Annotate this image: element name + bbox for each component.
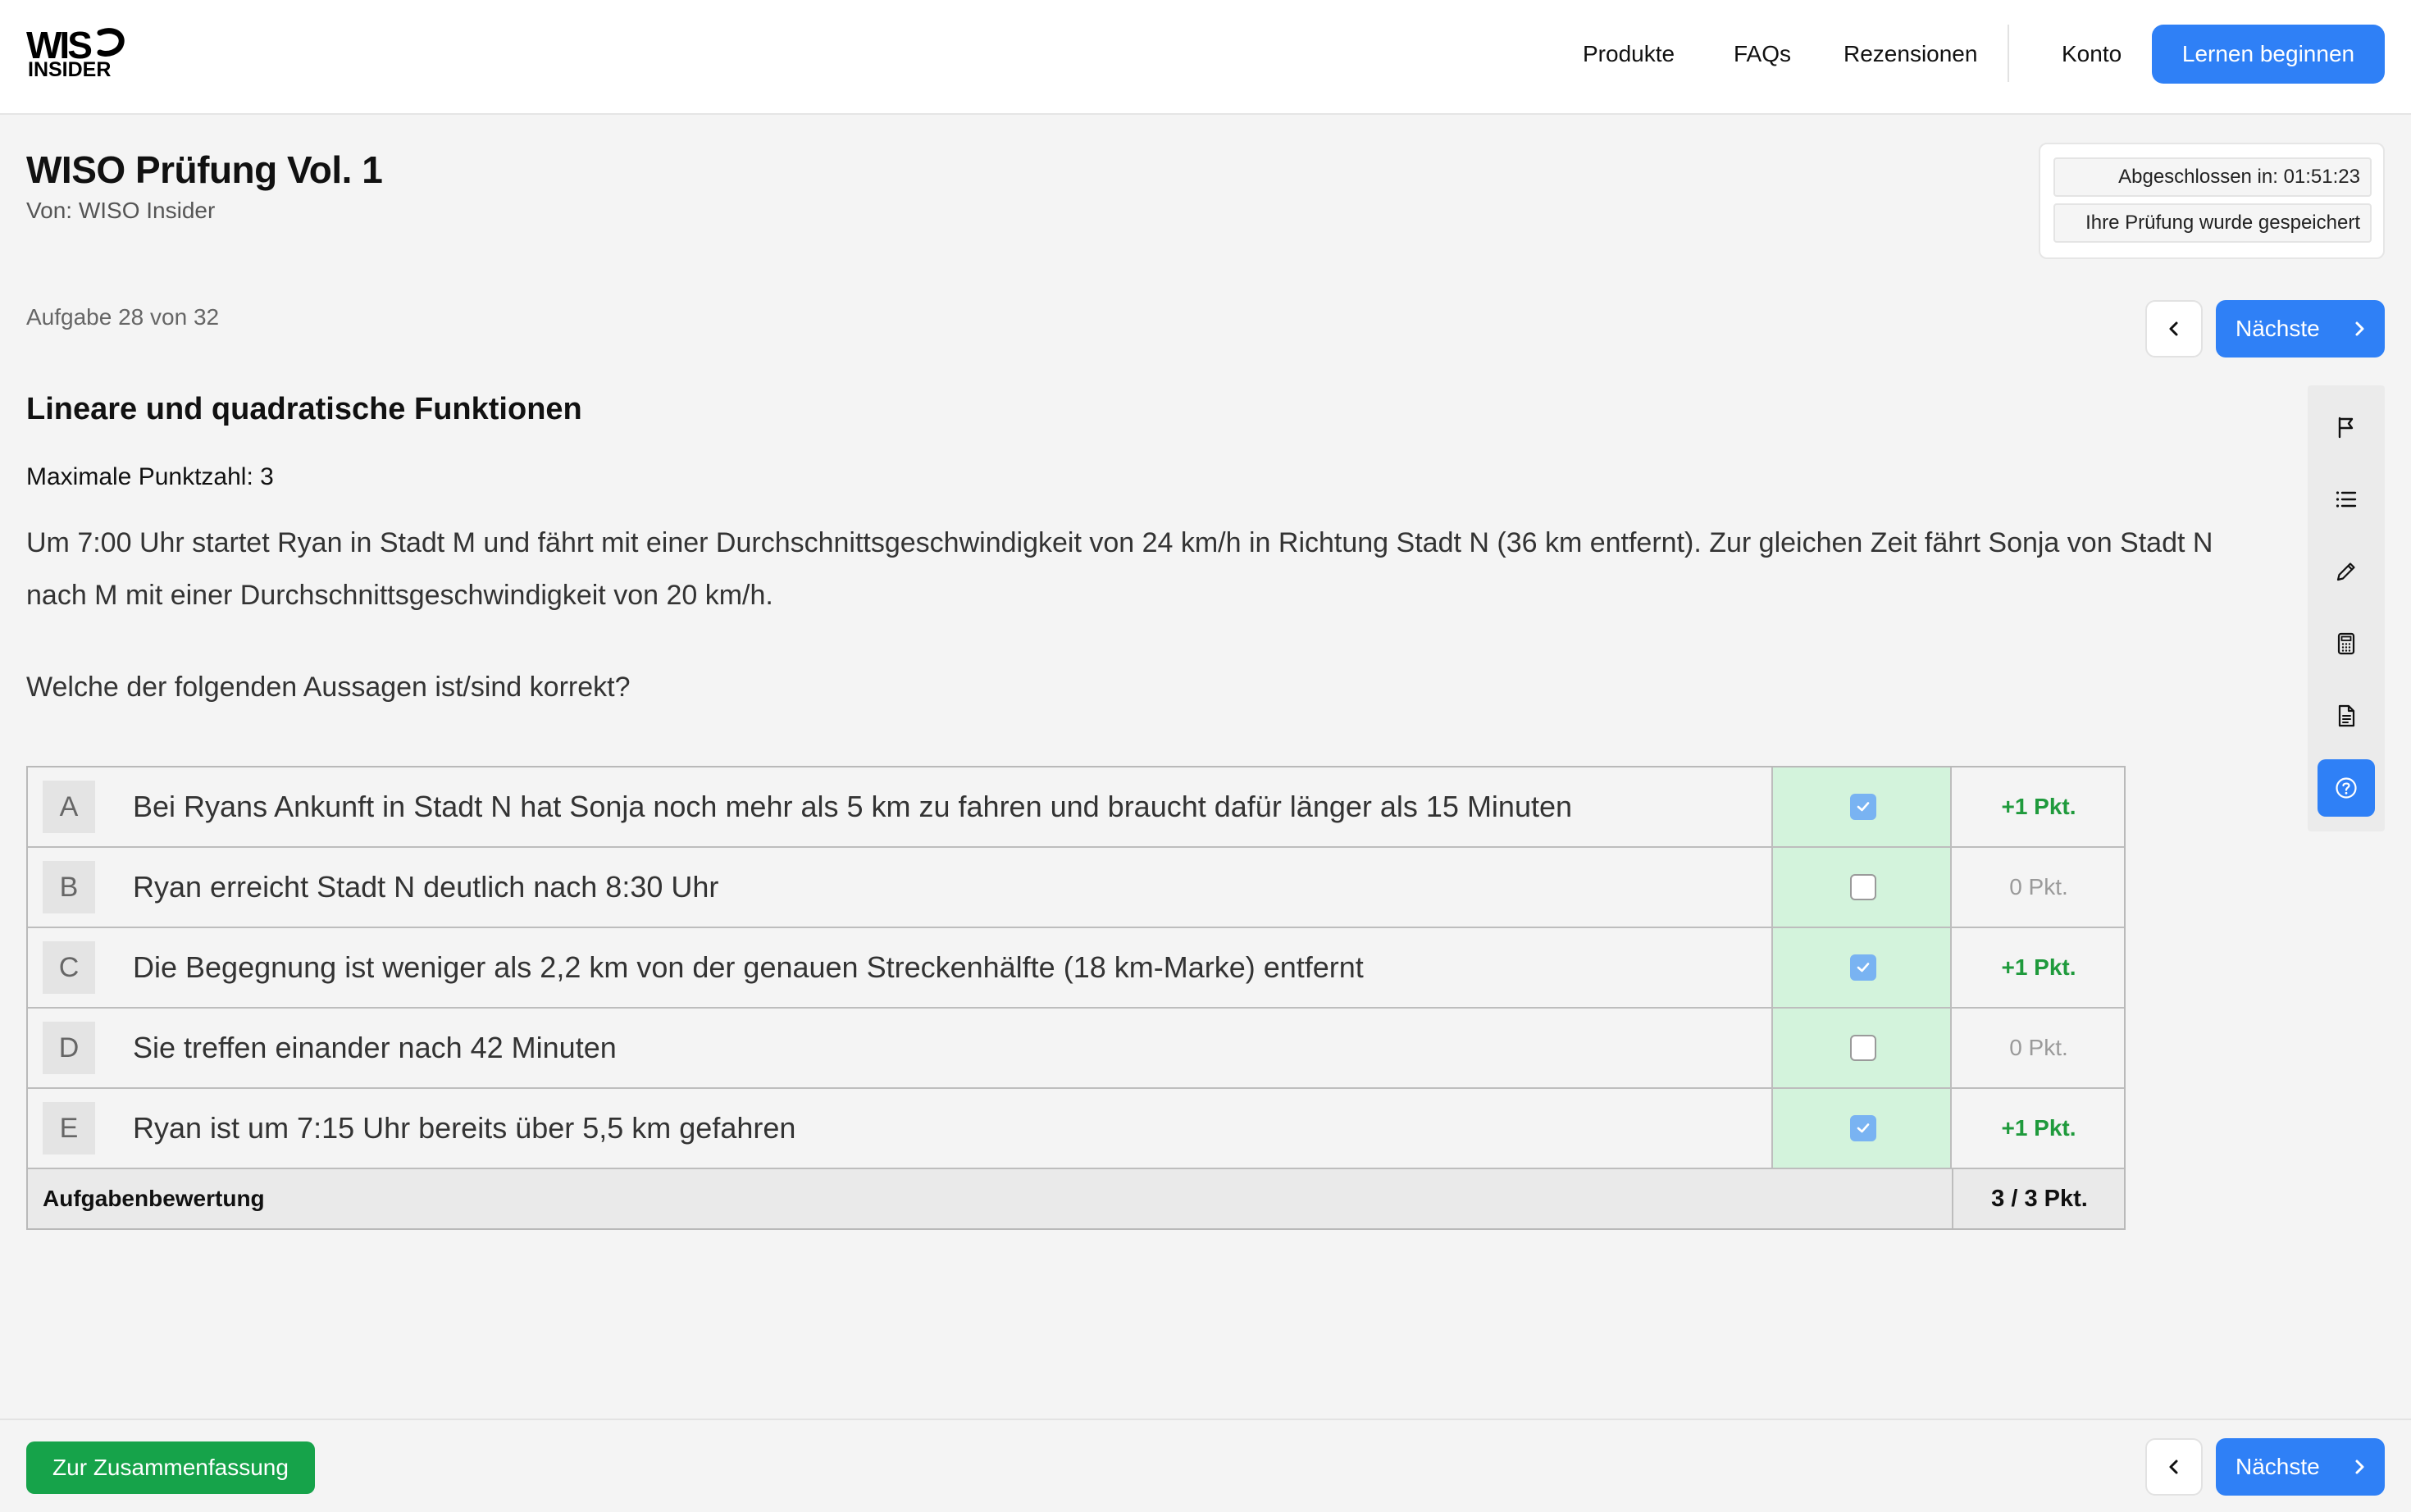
document-tool-button[interactable] <box>2318 687 2375 745</box>
page-title: WISO Prüfung Vol. 1 <box>26 148 383 191</box>
previous-question-button[interactable] <box>2145 1438 2203 1496</box>
nav-link-faqs[interactable]: FAQs <box>1734 38 1791 71</box>
chevron-left-icon <box>2169 1460 2178 1474</box>
list-icon <box>2336 491 2357 508</box>
answer-checkbox[interactable] <box>1850 1035 1876 1061</box>
checkmark-icon <box>1857 802 1870 812</box>
answer-points: 0 Pkt. <box>2009 1035 2068 1060</box>
nav-link-rezensionen[interactable]: Rezensionen <box>1844 38 1977 71</box>
flag-tool-button[interactable] <box>2318 398 2375 456</box>
calculator-tool-button[interactable] <box>2318 615 2375 672</box>
answer-letter: C <box>43 941 95 994</box>
answer-row-d[interactable]: D Sie treffen einander nach 42 Minuten 0… <box>28 1009 2124 1089</box>
answer-table: A Bei Ryans Ankunft in Stadt N hat Sonja… <box>26 766 2126 1230</box>
exam-author: Von: WISO Insider <box>26 198 216 223</box>
next-question-button[interactable]: Nächste <box>2216 1438 2385 1496</box>
evaluation-score: 3 / 3 Pkt. <box>1952 1169 2126 1228</box>
max-points: Maximale Punktzahl: 3 <box>26 463 274 490</box>
document-icon <box>2338 704 2355 727</box>
saved-status: Ihre Prüfung wurde gespeichert <box>2053 203 2372 243</box>
answer-points: +1 Pkt. <box>2001 1115 2076 1141</box>
answer-letter: B <box>43 861 95 913</box>
answer-points: 0 Pkt. <box>2009 874 2068 899</box>
answer-row-e[interactable]: E Ryan ist um 7:15 Uhr bereits über 5,5 … <box>28 1089 2124 1169</box>
answer-letter: E <box>43 1102 95 1154</box>
answer-check-cell <box>1771 928 1952 1007</box>
answer-row-c[interactable]: C Die Begegnung ist weniger als 2,2 km v… <box>28 928 2124 1009</box>
answer-text: Sie treffen einander nach 42 Minuten <box>133 1031 617 1064</box>
next-button-label: Nächste <box>2236 316 2320 341</box>
next-button-label: Nächste <box>2236 1454 2320 1479</box>
nav-link-produkte[interactable]: Produkte <box>1583 38 1675 71</box>
answer-letter: D <box>43 1022 95 1074</box>
notes-tool-button[interactable] <box>2318 543 2375 600</box>
page: WIS INSIDER Produkte FAQs Rezensionen Ko… <box>0 0 2411 1512</box>
pencil-icon <box>2336 562 2355 581</box>
chevron-right-icon <box>2355 1460 2364 1474</box>
flag-icon <box>2338 417 2354 439</box>
nav-link-konto[interactable]: Konto <box>2062 38 2122 71</box>
answer-check-cell <box>1771 1089 1952 1168</box>
answer-text: Die Begegnung ist weniger als 2,2 km von… <box>133 950 1364 984</box>
answer-check-cell <box>1771 767 1952 846</box>
answer-check-cell <box>1771 848 1952 927</box>
checkmark-icon <box>1857 1123 1870 1133</box>
exam-status-card: Abgeschlossen in: 01:51:23 Ihre Prüfung … <box>2039 143 2385 259</box>
completion-time-status: Abgeschlossen in: 01:51:23 <box>2053 157 2372 197</box>
task-counter: Aufgabe 28 von 32 <box>26 304 220 330</box>
question-list-tool-button[interactable] <box>2318 471 2375 528</box>
question-text: Um 7:00 Uhr startet Ryan in Stadt M und … <box>26 527 2213 611</box>
checkmark-icon <box>1857 963 1870 972</box>
answer-points: +1 Pkt. <box>2001 794 2076 819</box>
tool-sidebar <box>2308 385 2385 831</box>
answer-checkbox[interactable] <box>1850 874 1876 900</box>
logo-swirl-icon <box>97 28 125 57</box>
answer-letter: A <box>43 781 95 833</box>
help-icon <box>2336 777 2357 799</box>
answer-text: Ryan erreicht Stadt N deutlich nach 8:30… <box>133 870 719 904</box>
question-topic: Lineare und quadratische Funktionen <box>26 392 582 426</box>
evaluation-row: Aufgabenbewertung 3 / 3 Pkt. <box>28 1169 2124 1228</box>
logo-wordmark-bottom: INSIDER <box>28 58 112 81</box>
answer-text: Ryan ist um 7:15 Uhr bereits über 5,5 km… <box>133 1111 796 1145</box>
calculator-icon <box>2337 632 2355 655</box>
answer-text: Bei Ryans Ankunft in Stadt N hat Sonja n… <box>133 790 1573 823</box>
help-tool-button[interactable] <box>2318 759 2375 817</box>
evaluation-label: Aufgabenbewertung <box>43 1186 265 1211</box>
answer-points: +1 Pkt. <box>2001 954 2076 980</box>
nav-divider <box>2008 25 2009 82</box>
chevron-left-icon <box>2169 321 2178 336</box>
summary-button[interactable]: Zur Zusammenfassung <box>26 1441 315 1494</box>
bottom-bar: Zur Zusammenfassung Nächste <box>0 1419 2411 1512</box>
question-prompt: Welche der folgenden Aussagen ist/sind k… <box>26 672 631 703</box>
start-learning-button[interactable]: Lernen beginnen <box>2152 25 2385 84</box>
chevron-right-icon <box>2355 321 2364 336</box>
answer-checkbox[interactable] <box>1850 954 1876 981</box>
brand-logo[interactable]: WIS INSIDER <box>26 26 125 80</box>
previous-question-button[interactable] <box>2145 300 2203 358</box>
next-question-button[interactable]: Nächste <box>2216 300 2385 358</box>
answer-checkbox[interactable] <box>1850 1115 1876 1141</box>
answer-row-a[interactable]: A Bei Ryans Ankunft in Stadt N hat Sonja… <box>28 767 2124 848</box>
answer-row-b[interactable]: B Ryan erreicht Stadt N deutlich nach 8:… <box>28 848 2124 928</box>
answer-check-cell <box>1771 1009 1952 1087</box>
answer-checkbox[interactable] <box>1850 794 1876 820</box>
top-navigation-bar: WIS INSIDER Produkte FAQs Rezensionen Ko… <box>0 0 2411 115</box>
